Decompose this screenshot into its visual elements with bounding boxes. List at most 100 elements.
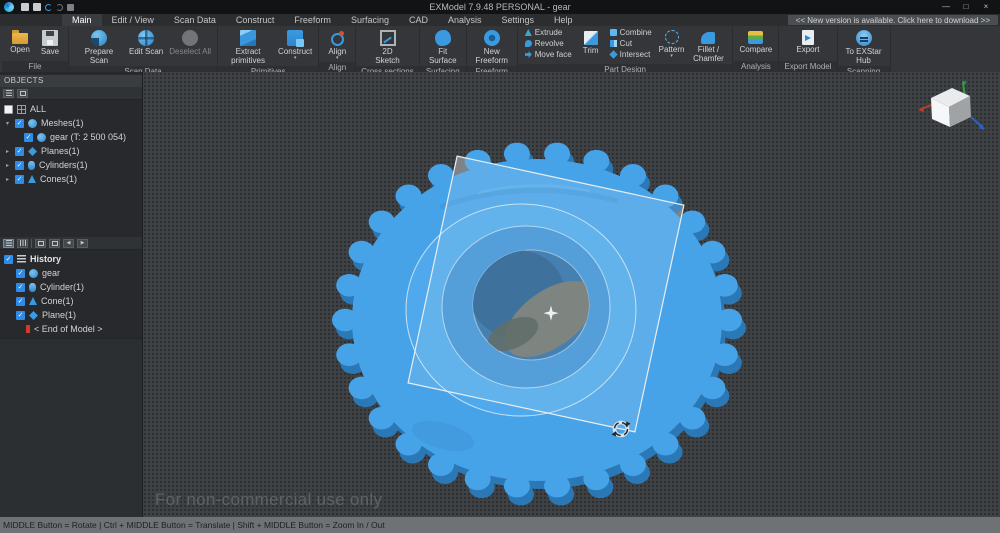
checkbox-checked[interactable]: ✓ (4, 255, 13, 264)
history-collapse-button[interactable] (49, 239, 60, 248)
menu-settings[interactable]: Settings (492, 14, 545, 26)
menu-surfacing[interactable]: Surfacing (341, 14, 399, 26)
objects-filter-button[interactable] (17, 89, 28, 98)
menu-cad[interactable]: CAD (399, 14, 438, 26)
open-button[interactable]: Open (6, 28, 34, 55)
menu-construct[interactable]: Construct (226, 14, 285, 26)
save-button[interactable]: Save (36, 28, 64, 57)
license-watermark: For non-commercial use only (155, 490, 382, 510)
statusbar: MIDDLE Button = Rotate | Ctrl + MIDDLE B… (0, 517, 1000, 533)
ribbon-group-file: Open Save File (2, 26, 69, 72)
expander-icon[interactable]: ▸ (4, 148, 11, 155)
history-expand-button[interactable] (35, 239, 46, 248)
new-quick-icon[interactable] (21, 3, 29, 11)
list-icon (6, 240, 12, 246)
menu-main[interactable]: Main (62, 14, 102, 26)
history-tree-view-button[interactable] (17, 239, 28, 248)
undo-icon[interactable] (45, 4, 52, 11)
chevron-down-icon: ▾ (294, 56, 297, 61)
checkbox-checked[interactable]: ✓ (15, 119, 24, 128)
objects-panel-toolbar (0, 87, 142, 100)
objects-item-gear[interactable]: ✓ gear (T: 2 500 054) (0, 130, 142, 144)
ribbon-group-export-model: Export Export Model (779, 26, 837, 72)
export-button[interactable]: Export (794, 28, 822, 55)
history-item-root[interactable]: ✓ History (0, 252, 142, 266)
skip-to-start-icon: ◀ (67, 240, 71, 246)
expander-icon[interactable]: ▾ (4, 120, 11, 127)
prepare-scan-button[interactable]: Prepare Scan (73, 28, 125, 66)
to-exstar-hub-button[interactable]: To EXStar Hub (842, 28, 886, 66)
objects-item-planes[interactable]: ▸ ✓ Planes(1) (0, 144, 142, 158)
fillet-chamfer-button[interactable]: Fillet / Chamfer (688, 28, 728, 64)
menu-scan-data[interactable]: Scan Data (164, 14, 226, 26)
ribbon-group-cross-sections: 2D Sketch Cross sections (356, 26, 419, 72)
objects-item-all[interactable]: ALL (0, 102, 142, 116)
edit-scan-button[interactable]: Edit Scan (127, 28, 165, 57)
checkbox-unchecked[interactable] (4, 105, 13, 114)
2d-sketch-button[interactable]: 2D Sketch (370, 28, 406, 66)
history-item-plane[interactable]: ✓ Plane(1) (0, 308, 142, 322)
expander-icon[interactable]: ▸ (4, 162, 11, 169)
trim-button[interactable]: Trim (577, 28, 605, 56)
redo-icon[interactable] (56, 4, 63, 11)
tree-icon (20, 240, 26, 246)
menu-analysis[interactable]: Analysis (438, 14, 492, 26)
export-icon (802, 30, 814, 45)
move-face-button[interactable]: Move face (525, 50, 572, 59)
trim-icon (584, 31, 598, 45)
align-button[interactable]: Align ▾ (323, 28, 351, 62)
menu-freeform[interactable]: Freeform (284, 14, 341, 26)
fit-surface-button[interactable]: Fit Surface (424, 28, 462, 66)
objects-item-cones[interactable]: ▸ ✓ Cones(1) (0, 172, 142, 186)
combine-button[interactable]: Combine (610, 28, 652, 37)
checkbox-checked[interactable]: ✓ (15, 161, 24, 170)
history-item-gear[interactable]: ✓ gear (0, 266, 142, 280)
history-list-view-button[interactable] (3, 239, 14, 248)
new-freeform-button[interactable]: New Freeform (471, 28, 513, 66)
objects-list-view-button[interactable] (3, 89, 14, 98)
update-banner[interactable]: << New version is available. Click here … (788, 15, 998, 25)
compare-button[interactable]: Compare (737, 28, 774, 55)
menu-help[interactable]: Help (544, 14, 583, 26)
edit-scan-icon (138, 30, 154, 46)
revolve-button[interactable]: Revolve (525, 39, 572, 48)
checkbox-checked[interactable]: ✓ (15, 175, 24, 184)
history-item-cylinder[interactable]: ✓ Cylinder(1) (0, 280, 142, 294)
construct-button[interactable]: Construct ▾ (276, 28, 314, 62)
expand-icon (38, 241, 44, 246)
ribbon-group-analysis: Compare Analysis (733, 26, 779, 72)
checkbox-checked[interactable]: ✓ (15, 147, 24, 156)
grid-icon (17, 105, 26, 114)
cone-icon (28, 175, 36, 183)
extract-primitives-button[interactable]: Extract primitives (222, 28, 274, 66)
objects-item-meshes[interactable]: ▾ ✓ Meshes(1) (0, 116, 142, 130)
checkbox-checked[interactable]: ✓ (16, 311, 25, 320)
intersect-button[interactable]: Intersect (610, 50, 652, 59)
cut-button[interactable]: Cut (610, 39, 652, 48)
extrude-button[interactable]: Extrude (525, 28, 572, 37)
maximize-button[interactable]: □ (956, 0, 976, 14)
ribbon: Open Save File Prepare Scan Edit Scan (0, 26, 1000, 72)
pattern-button[interactable]: Pattern ▾ (657, 28, 687, 60)
history-item-end-of-model[interactable]: < End of Model > (0, 322, 142, 336)
open-quick-icon[interactable] (33, 3, 41, 11)
minimize-button[interactable]: — (936, 0, 956, 14)
mesh-icon (29, 269, 38, 278)
checkbox-checked[interactable]: ✓ (16, 269, 25, 278)
checkbox-checked[interactable]: ✓ (16, 283, 25, 292)
history-item-cone[interactable]: ✓ Cone(1) (0, 294, 142, 308)
menu-edit-view[interactable]: Edit / View (102, 14, 164, 26)
list-icon (6, 90, 12, 96)
history-skip-end-button[interactable]: ▶ (77, 239, 88, 248)
deselect-all-button[interactable]: Deselect All (167, 28, 213, 57)
checkbox-checked[interactable]: ✓ (16, 297, 25, 306)
viewport-3d[interactable]: For non-commercial use only (143, 72, 1000, 517)
checkbox-checked[interactable]: ✓ (24, 133, 33, 142)
customize-toolbar-icon[interactable] (67, 4, 74, 11)
objects-item-cylinders[interactable]: ▸ ✓ Cylinders(1) (0, 158, 142, 172)
expander-icon[interactable]: ▸ (4, 176, 11, 183)
close-button[interactable]: × (976, 0, 996, 14)
skip-to-end-icon: ▶ (81, 240, 85, 246)
history-skip-start-button[interactable]: ◀ (63, 239, 74, 248)
orientation-triad[interactable] (918, 80, 990, 140)
